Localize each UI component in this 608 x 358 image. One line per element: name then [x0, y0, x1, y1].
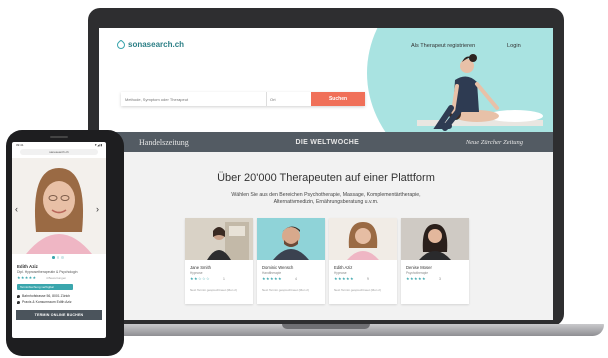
profile-address: Bahnhofstrasse 56, 8001 Zürich [17, 294, 70, 298]
card-role: Hypnose [190, 271, 203, 275]
search-input[interactable] [121, 92, 266, 106]
laptop-screen: sonasearch.ch Als Therapeut registrieren… [99, 28, 553, 320]
card-name: Jane Smith [190, 265, 211, 270]
card-review-count: 9 [367, 277, 369, 281]
phone-speaker [50, 136, 68, 138]
card-rating-stars: ★★☆☆☆ [190, 276, 210, 281]
press-bar: Handelszeitung DIE WELTWOCHE Neue Zürche… [99, 132, 553, 152]
practice-text: Praxis & Konsumraum Edith Aziz [22, 300, 72, 304]
therapist-photo [329, 218, 397, 260]
booking-badge: Terminbuchung verfügbar [17, 284, 73, 290]
profile-role: Dipl. Hypnosetherapeutin & Psychologin [17, 270, 78, 274]
carousel-dots [52, 256, 64, 259]
address-text: Bahnhofstrasse 56, 8001 Zürich [22, 294, 71, 298]
logo-text: sonasearch.ch [128, 40, 185, 49]
card-name: Dominic Wensch [262, 265, 294, 270]
location-pin-icon [17, 294, 20, 298]
card-rating-stars: ★★★★★ [262, 276, 282, 281]
card-name: Edith Aziz [334, 265, 353, 270]
therapist-photo [185, 218, 253, 260]
book-online-button[interactable]: TERMIN ONLINE BUCHEN [16, 310, 102, 320]
card-next-appointment: Next Termin gesprechtneet (Mon 2) [334, 288, 381, 292]
card-rating-stars: ★★★★★ [334, 276, 354, 281]
card-role: Hypnose [334, 271, 347, 275]
carousel-dot[interactable] [56, 256, 59, 259]
phone-screen: 09:41 ▼◢ ▮ sanesearch.ch ‹ › Edith Aziz … [12, 142, 106, 338]
register-therapist-link[interactable]: Als Therapeut registrieren [411, 43, 475, 49]
page-subline: Wählen Sie aus den Bereichen Psychothera… [231, 192, 421, 205]
card-next-appointment: Next Termin gesprechtneet (Mon 2) [190, 288, 237, 292]
phone-status-bar: 09:41 ▼◢ ▮ [12, 142, 106, 148]
card-review-count: 4 [295, 277, 297, 281]
profile-name: Edith Aziz [17, 264, 38, 269]
carousel-prev-icon[interactable]: ‹ [15, 204, 18, 214]
therapist-card[interactable]: Denise Moser Psychotherapie ★★★★★ 3 [401, 218, 469, 304]
status-time: 09:41 [16, 143, 24, 147]
therapist-card[interactable]: Dominic Wensch Handtherapie ★★★★★ 4 Next… [257, 218, 325, 304]
laptop-notch [282, 324, 370, 329]
therapist-photo [257, 218, 325, 260]
leaf-icon [115, 38, 127, 51]
press-logo-handelszeitung: Handelszeitung [139, 137, 189, 147]
carousel-dot[interactable] [61, 256, 64, 259]
search-bar: Suchen [121, 92, 365, 106]
hero-section: sonasearch.ch Als Therapeut registrieren… [99, 28, 553, 132]
profile-rating-stars: ★★★★★ [17, 275, 37, 280]
site-logo[interactable]: sonasearch.ch [115, 38, 185, 51]
profile-photo [12, 158, 106, 254]
press-logo-weltwoche: DIE WELTWOCHE [295, 138, 360, 146]
phone-url-bar[interactable]: sanesearch.ch [20, 149, 98, 155]
card-role: Psychotherapie [406, 271, 428, 275]
massage-illustration [417, 54, 543, 131]
card-rating-stars: ★★★★★ [406, 276, 426, 281]
press-logo-nzz: Neue Zürcher Zeitung [465, 138, 523, 146]
location-input[interactable] [267, 92, 311, 106]
card-review-count: 1 [223, 277, 225, 281]
card-role: Handtherapie [262, 271, 282, 275]
status-icons: ▼◢ ▮ [94, 143, 102, 147]
login-link[interactable]: Login [507, 43, 521, 49]
therapist-card[interactable]: Edith Aziz Hypnose ★★★★★ 9 Next Termin g… [329, 218, 397, 304]
profile-practice: Praxis & Konsumraum Edith Aziz [17, 300, 72, 304]
practice-icon [17, 300, 20, 304]
therapist-card[interactable]: Jane Smith Hypnose ★★☆☆☆ 1 Next Termin g… [185, 218, 253, 304]
therapist-cards: Jane Smith Hypnose ★★☆☆☆ 1 Next Termin g… [185, 218, 469, 304]
card-name: Denise Moser [406, 265, 432, 270]
profile-review-count[interactable]: 4 Bewertungen [46, 276, 66, 280]
carousel-next-icon[interactable]: › [96, 204, 99, 214]
card-review-count: 3 [439, 277, 441, 281]
main-content: Über 20'000 Therapeuten auf einer Plattf… [99, 152, 553, 320]
page-headline: Über 20'000 Therapeuten auf einer Plattf… [217, 172, 435, 184]
therapist-photo [401, 218, 469, 260]
card-next-appointment: Next Termin gesprechtneet (Mon 2) [262, 288, 309, 292]
carousel-dot[interactable] [52, 256, 55, 259]
search-button[interactable]: Suchen [311, 92, 365, 106]
